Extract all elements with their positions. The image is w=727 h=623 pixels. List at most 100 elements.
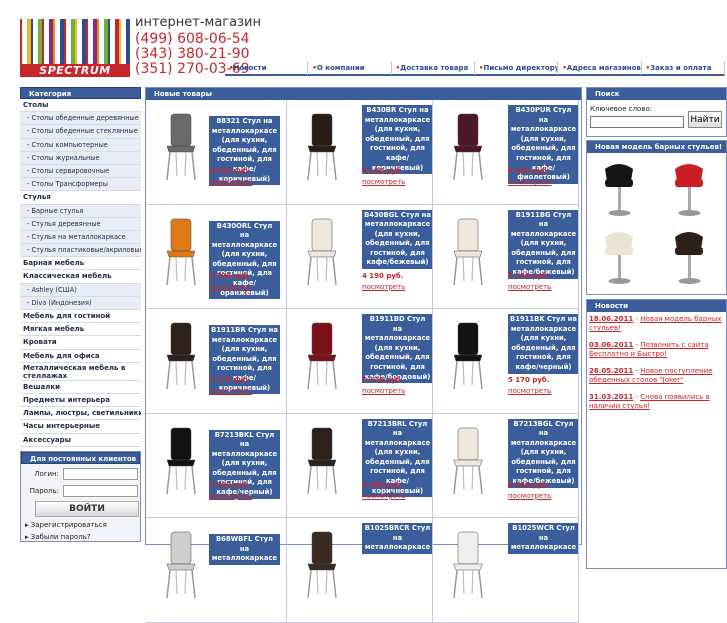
product-card[interactable]: B1025WCR Стул на металлокаркасе	[433, 518, 579, 623]
category-item[interactable]: - Столы обеденные стеклянные	[20, 125, 141, 139]
news-date[interactable]: 03.06.2011	[589, 341, 633, 349]
chair-image[interactable]	[156, 217, 206, 287]
chair-image[interactable]	[443, 321, 493, 391]
view-product-link[interactable]: посмотреть	[508, 178, 551, 186]
news-date[interactable]: 31.03.2011	[589, 393, 633, 401]
view-product-link[interactable]: посмотреть	[209, 178, 252, 186]
chair-image[interactable]	[156, 112, 206, 182]
nav-letter[interactable]: Письмо директору	[474, 61, 559, 76]
news-date[interactable]: 26.05.2011	[589, 367, 633, 375]
news-date[interactable]: 18.06.2011	[589, 315, 633, 323]
news-item[interactable]: 31.03.2011 - Снова появились в наличии с…	[587, 390, 726, 416]
view-product-link[interactable]: посмотреть	[362, 387, 405, 395]
view-product-link[interactable]: посмотреть	[362, 492, 405, 500]
chair-image[interactable]	[297, 530, 347, 600]
product-description[interactable]: B7213BGL Стул на металлокаркасе (для кух…	[508, 418, 578, 488]
chair-image[interactable]	[156, 321, 206, 391]
product-card[interactable]: B1911BR Стул на металлокаркасе (для кухн…	[146, 309, 287, 414]
product-description[interactable]: B1911BD Стул на металлокаркасе (для кухн…	[362, 314, 432, 384]
chair-image[interactable]	[297, 217, 347, 287]
category-item[interactable]: Лампы, люстры, светильники	[20, 407, 141, 421]
chair-image[interactable]	[156, 426, 206, 496]
nav-about[interactable]: О компании	[308, 61, 392, 76]
view-product-link[interactable]: посмотреть	[362, 283, 405, 291]
product-description[interactable]: B1025WCR Стул на металлокаркасе	[508, 523, 578, 554]
forgot-link[interactable]: ▸ Забыли пароль?	[21, 529, 140, 541]
category-item[interactable]: - Ashley (США)	[20, 283, 141, 297]
chair-image[interactable]	[297, 426, 347, 496]
search-input[interactable]	[590, 116, 684, 128]
search-button[interactable]: Найти	[688, 111, 722, 128]
product-card[interactable]: B1911BD Стул на металлокаркасе (для кухн…	[287, 309, 433, 414]
chair-image[interactable]	[443, 530, 493, 600]
product-card[interactable]: B1911BK Стул на металлокаркасе (для кухн…	[433, 309, 579, 414]
product-card[interactable]: B68WBFL Стул на металлокаркасе	[146, 518, 287, 623]
product-card[interactable]: 88321 Стул на металлокаркасе (для кухни,…	[146, 100, 287, 205]
category-item[interactable]: - Барные стулья	[20, 204, 141, 218]
category-item[interactable]: - Стулья пластиковые/акриловые	[20, 244, 141, 258]
category-item[interactable]: Классическая мебель	[20, 270, 141, 284]
password-input[interactable]	[63, 484, 138, 497]
product-description[interactable]: B430BR Стул на металлокаркасе (для кухни…	[362, 105, 432, 175]
chair-image[interactable]	[297, 112, 347, 182]
product-card[interactable]: B7213BGL Стул на металлокаркасе (для кух…	[433, 413, 579, 518]
view-product-link[interactable]: посмотреть	[209, 283, 252, 291]
category-item[interactable]: Мебель для гостиной	[20, 310, 141, 324]
category-item[interactable]: - Столы Трансформеры	[20, 178, 141, 192]
category-item[interactable]: Мебель для офиса	[20, 349, 141, 363]
chair-image[interactable]	[443, 217, 493, 287]
category-item[interactable]: Столы	[20, 99, 141, 113]
category-item[interactable]: Вешалки	[20, 380, 141, 394]
category-item[interactable]: - Стулья на металлокаркасе	[20, 230, 141, 245]
view-product-link[interactable]: посмотреть	[209, 387, 252, 395]
product-card[interactable]: B430BGL Стул на металлокаркасе (для кухн…	[287, 204, 433, 309]
news-item[interactable]: 26.05.2011 - Новое поступление обеденных…	[587, 364, 726, 390]
category-item[interactable]: Стулья	[20, 191, 141, 205]
news-item[interactable]: 18.06.2011 - Новая модель барных стульев…	[587, 312, 726, 338]
login-button[interactable]: ВОЙТИ	[35, 500, 139, 517]
product-description[interactable]: B68WBFL Стул на металлокаркасе	[209, 534, 280, 565]
product-card[interactable]: B7213BRL Стул на металлокаркасе (для кух…	[287, 413, 433, 518]
category-item[interactable]: - Столы журнальные	[20, 151, 141, 165]
view-product-link[interactable]: посмотреть	[508, 492, 551, 500]
nav-order[interactable]: Заказ и оплата	[641, 61, 725, 76]
chair-image[interactable]	[156, 530, 206, 600]
chair-image[interactable]	[297, 321, 347, 391]
login-input[interactable]	[63, 467, 138, 480]
product-description[interactable]: B430BGL Стул на металлокаркасе (для кухн…	[362, 209, 432, 270]
product-description[interactable]: B1911BK Стул на металлокаркасе (для кухн…	[508, 314, 578, 374]
nav-news[interactable]: Новости	[225, 61, 309, 76]
product-description[interactable]: B1911BG Стул на металлокаркасе (для кухн…	[508, 209, 578, 279]
category-item[interactable]: Металлическая мебель в стеллажах	[20, 362, 141, 381]
category-item[interactable]: - Стулья деревянные	[20, 217, 141, 231]
view-product-link[interactable]: посмотреть	[508, 387, 551, 395]
promo-box[interactable]: Новая модель барных стульев!	[586, 140, 727, 295]
product-card[interactable]: B430PUR Стул на металлокаркасе (для кухн…	[433, 100, 579, 205]
category-item[interactable]: - Столы обеденные деревянные	[20, 112, 141, 126]
view-product-link[interactable]: посмотреть	[362, 178, 405, 186]
product-card[interactable]: B430BR Стул на металлокаркасе (для кухни…	[287, 100, 433, 205]
product-card[interactable]: B1911BG Стул на металлокаркасе (для кухн…	[433, 204, 579, 309]
chair-image[interactable]	[443, 112, 493, 182]
nav-addresses[interactable]: Адреса магазинов	[558, 61, 642, 76]
category-item[interactable]: Барная мебель	[20, 257, 141, 271]
category-item[interactable]: Кровати	[20, 336, 141, 350]
category-item[interactable]: Мягкая мебель	[20, 323, 141, 337]
news-item[interactable]: 03.06.2011 - Позвонить с сайта Бесплатно…	[587, 338, 726, 364]
product-card[interactable]: B7213BKL Стул на металлокаркасе (для кух…	[146, 413, 287, 518]
nav-delivery[interactable]: Доставка товара	[391, 61, 475, 76]
view-product-link[interactable]: посмотреть	[508, 283, 551, 291]
register-link[interactable]: ▸ Зарегистрироваться	[21, 517, 140, 529]
category-item[interactable]: - Diva (Индонезия)	[20, 296, 141, 310]
category-item[interactable]: - Столы компьютерные	[20, 138, 141, 152]
chair-image[interactable]	[443, 426, 493, 496]
category-item[interactable]: Часы интерьерные	[20, 420, 141, 434]
product-description[interactable]: B1025BRCR Стул на металлокаркасе	[362, 523, 432, 554]
spectrum-logo[interactable]: SPECTRUM	[20, 19, 130, 77]
view-product-link[interactable]: посмотреть	[209, 492, 252, 500]
category-item[interactable]: - Столы сервировочные	[20, 164, 141, 179]
product-card[interactable]: B430ORL Стул на металлокаркасе (для кухн…	[146, 204, 287, 309]
product-card[interactable]: B1025BRCR Стул на металлокаркасе	[287, 518, 433, 623]
category-item[interactable]: Предметы интерьера	[20, 393, 141, 408]
category-item[interactable]: Аксессуары	[20, 433, 141, 447]
